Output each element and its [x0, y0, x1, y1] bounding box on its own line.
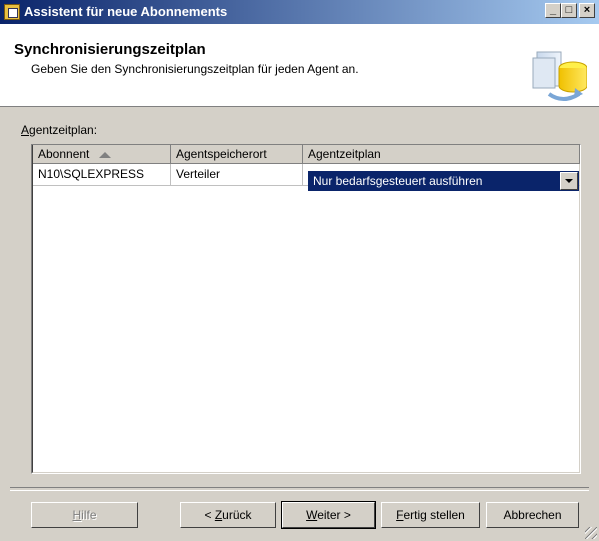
- close-icon: ×: [583, 4, 591, 16]
- agent-schedule-grid[interactable]: Abonnent Agentspeicherort Agentzeitplan …: [31, 144, 581, 474]
- sort-ascending-icon: [99, 151, 112, 158]
- column-header-schedule[interactable]: Agentzeitplan: [303, 145, 580, 164]
- resize-grip-icon[interactable]: [585, 527, 597, 539]
- agent-schedule-label: Agentzeitplan:: [21, 123, 98, 137]
- window-title: Assistent für neue Abonnements: [24, 4, 228, 19]
- next-button[interactable]: Weiter >: [281, 501, 376, 529]
- close-button[interactable]: ×: [579, 3, 595, 18]
- cancel-button[interactable]: Abbrechen: [486, 502, 579, 528]
- wizard-app-icon: [4, 4, 20, 20]
- column-header-subscriber[interactable]: Abonnent: [33, 145, 171, 164]
- back-button[interactable]: < Zurück: [180, 502, 276, 528]
- agent-schedule-dropdown[interactable]: Nur bedarfsgesteuert ausführen: [308, 171, 579, 191]
- title-bar[interactable]: Assistent für neue Abonnements _ □ ×: [0, 0, 599, 24]
- wizard-header: Synchronisierungszeitplan Geben Sie den …: [0, 24, 599, 107]
- maximize-button[interactable]: □: [561, 3, 577, 18]
- minimize-icon: _: [549, 4, 557, 16]
- help-button[interactable]: Hilfe: [31, 502, 138, 528]
- cell-subscriber[interactable]: N10\SQLEXPRESS: [33, 164, 171, 186]
- footer-separator: [10, 487, 589, 491]
- page-subtitle: Geben Sie den Synchronisierungszeitplan …: [31, 62, 359, 76]
- page-title: Synchronisierungszeitplan: [14, 41, 206, 58]
- column-header-location[interactable]: Agentspeicherort: [171, 145, 303, 164]
- finish-button[interactable]: Fertig stellen: [381, 502, 480, 528]
- agent-schedule-selected-value: Nur bedarfsgesteuert ausführen: [313, 174, 483, 188]
- minimize-button[interactable]: _: [545, 3, 561, 18]
- cell-location[interactable]: Verteiler: [171, 164, 303, 186]
- maximize-icon: □: [565, 4, 573, 16]
- database-sync-icon: [532, 51, 587, 101]
- dropdown-arrow-icon[interactable]: [560, 172, 578, 190]
